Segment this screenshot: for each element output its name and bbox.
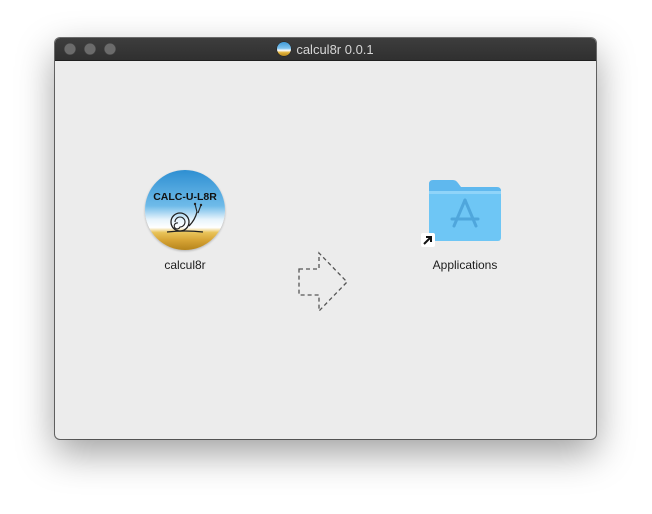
window-title: calcul8r 0.0.1 [296,41,374,57]
alias-arrow-icon [421,233,435,252]
applications-item[interactable]: Applications [415,176,515,272]
dmg-installer-window: calcul8r 0.0.1 CALC-U-L8R calcul8r Appli… [55,38,596,439]
calcul8r-app-icon[interactable]: CALC-U-L8R [145,170,225,250]
dashed-right-arrow-icon [297,251,349,318]
applications-label: Applications [432,258,498,272]
app-item[interactable]: CALC-U-L8R calcul8r [141,170,229,272]
title-bar[interactable]: calcul8r 0.0.1 [55,38,596,61]
window-title-group: calcul8r 0.0.1 [55,38,596,60]
app-label: calcul8r [164,258,206,272]
applications-folder-icon[interactable] [421,176,505,247]
volume-icon [277,42,292,56]
calcul8r-logo-graphic: CALC-U-L8R [145,170,225,250]
app-logo-text: CALC-U-L8R [153,191,217,203]
